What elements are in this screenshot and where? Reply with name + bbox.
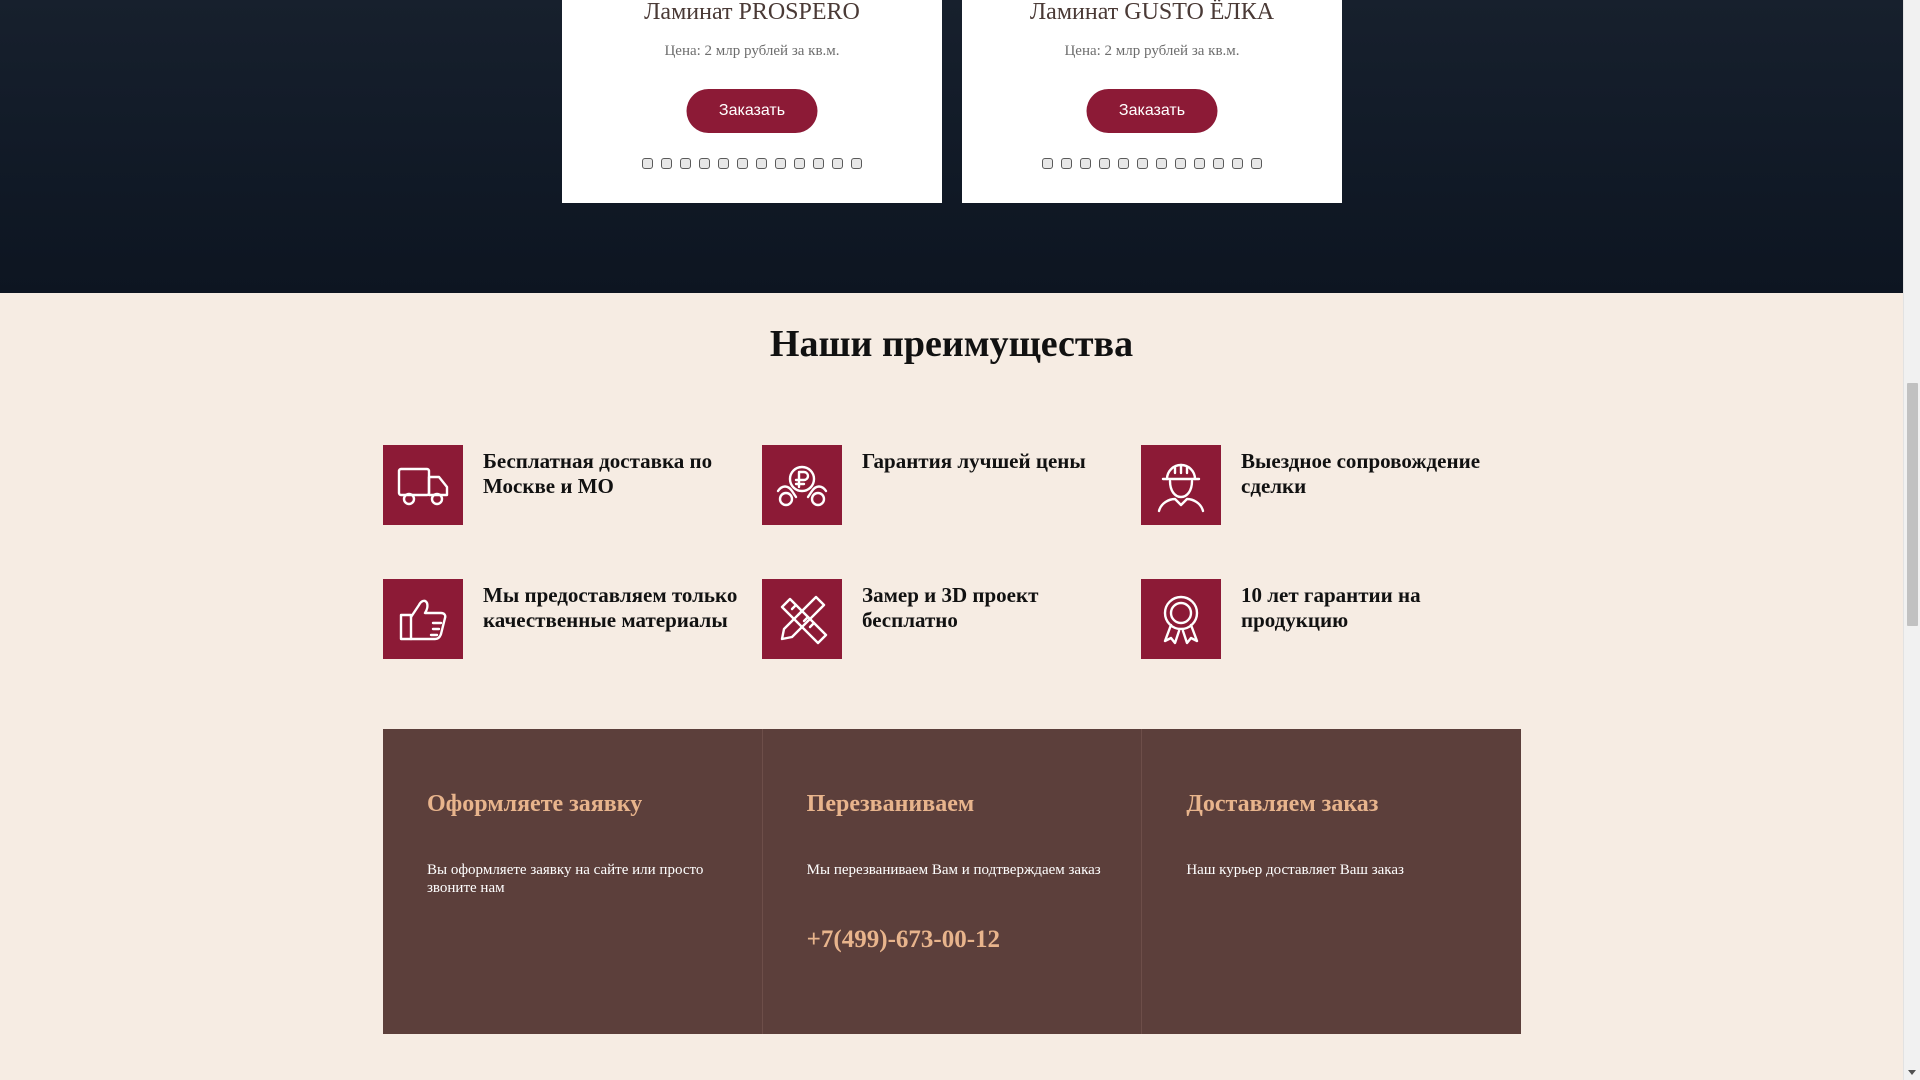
advantages-title: Наши преимущества xyxy=(769,323,1134,365)
gallery-dot[interactable] xyxy=(1061,158,1072,169)
step-title: Доставляем заказ xyxy=(1186,791,1379,817)
gallery-dot[interactable] xyxy=(1232,158,1243,169)
advantage-item: Гарантия лучшей цены xyxy=(762,445,1132,525)
gallery-dot[interactable] xyxy=(699,158,710,169)
product-title: Ламинат PROSPERO xyxy=(644,0,860,25)
order-steps: Оформляете заявку Вы оформляете заявку н… xyxy=(383,729,1521,1034)
gallery-dots xyxy=(562,158,942,169)
product-card: Ламинат PROSPERO Цена: 2 млр рублей за к… xyxy=(562,0,942,203)
advantage-item: Мы предоставляем только качественные мат… xyxy=(383,579,753,659)
products-hero: Ламинат PROSPERO Цена: 2 млр рублей за к… xyxy=(0,0,1903,293)
gallery-dot[interactable] xyxy=(1156,158,1167,169)
step-title: Оформляете заявку xyxy=(427,791,643,817)
product-title: Ламинат GUSTO ЁЛКА xyxy=(1029,0,1275,25)
gallery-dot[interactable] xyxy=(642,158,653,169)
gallery-dot[interactable] xyxy=(1137,158,1148,169)
scrollbar-thumb[interactable] xyxy=(1907,383,1918,626)
step-item: Перезваниваем Мы перезваниваем Вам и под… xyxy=(763,729,1143,1034)
gallery-dot[interactable] xyxy=(1042,158,1053,169)
advantage-item: Выездное сопровождение сделки xyxy=(1141,445,1511,525)
page-scrollbar[interactable] xyxy=(1903,0,1920,1080)
ruble-hands-icon xyxy=(762,445,842,525)
step-title: Перезваниваем xyxy=(806,791,975,817)
gallery-dot[interactable] xyxy=(737,158,748,169)
worker-helmet-icon xyxy=(1141,445,1221,525)
gallery-dot[interactable] xyxy=(1251,158,1262,169)
gallery-dot[interactable] xyxy=(1175,158,1186,169)
gallery-dot[interactable] xyxy=(1080,158,1091,169)
scroll-down-arrow-icon[interactable] xyxy=(1908,1070,1916,1075)
advantage-text: Выездное сопровождение сделки xyxy=(1241,449,1481,498)
gallery-dot[interactable] xyxy=(775,158,786,169)
gallery-dot[interactable] xyxy=(1099,158,1110,169)
gallery-dots xyxy=(962,158,1342,169)
product-price: Цена: 2 млр рублей за кв.м. xyxy=(1064,43,1240,59)
gallery-dot[interactable] xyxy=(756,158,767,169)
gallery-dot[interactable] xyxy=(1194,158,1205,169)
step-description: Вы оформляете заявку на сайте или просто… xyxy=(427,862,704,896)
advantage-text: 10 лет гарантии на продукцию xyxy=(1241,583,1421,632)
order-button[interactable]: Заказать xyxy=(686,89,818,133)
gallery-dot[interactable] xyxy=(1213,158,1224,169)
gallery-dot[interactable] xyxy=(851,158,862,169)
advantage-item: 10 лет гарантии на продукцию xyxy=(1141,579,1511,659)
gallery-dot[interactable] xyxy=(832,158,843,169)
step-description: Наш курьер доставляет Ваш заказ xyxy=(1186,862,1404,878)
advantage-item: Замер и 3D проект бесплатно xyxy=(762,579,1132,659)
gallery-dot[interactable] xyxy=(1118,158,1129,169)
product-price: Цена: 2 млр рублей за кв.м. xyxy=(664,43,840,59)
step-item: Доставляем заказ Наш курьер доставляет В… xyxy=(1142,729,1521,1034)
advantage-item: Бесплатная доставка по Москве и МО xyxy=(383,445,753,525)
gallery-dot[interactable] xyxy=(661,158,672,169)
order-button[interactable]: Заказать xyxy=(1086,89,1218,133)
step-description: Мы перезваниваем Вам и подтверждаем зака… xyxy=(806,862,1101,878)
advantage-text: Мы предоставляем только качественные мат… xyxy=(483,583,738,632)
gallery-dot[interactable] xyxy=(680,158,691,169)
advantage-text: Бесплатная доставка по Москве и МО xyxy=(483,449,713,498)
gallery-dot[interactable] xyxy=(813,158,824,169)
advantage-text: Замер и 3D проект бесплатно xyxy=(862,583,1039,632)
advantage-text: Гарантия лучшей цены xyxy=(862,449,1086,473)
product-card: Ламинат GUSTO ЁЛКА Цена: 2 млр рублей за… xyxy=(962,0,1342,203)
step-item: Оформляете заявку Вы оформляете заявку н… xyxy=(383,729,763,1034)
gallery-dot[interactable] xyxy=(718,158,729,169)
truck-icon xyxy=(383,445,463,525)
ruler-pencil-icon xyxy=(762,579,842,659)
phone-link[interactable]: +7(499)-673-00-12 xyxy=(807,926,1000,954)
thumbs-up-icon xyxy=(383,579,463,659)
award-medal-icon xyxy=(1141,579,1221,659)
gallery-dot[interactable] xyxy=(794,158,805,169)
